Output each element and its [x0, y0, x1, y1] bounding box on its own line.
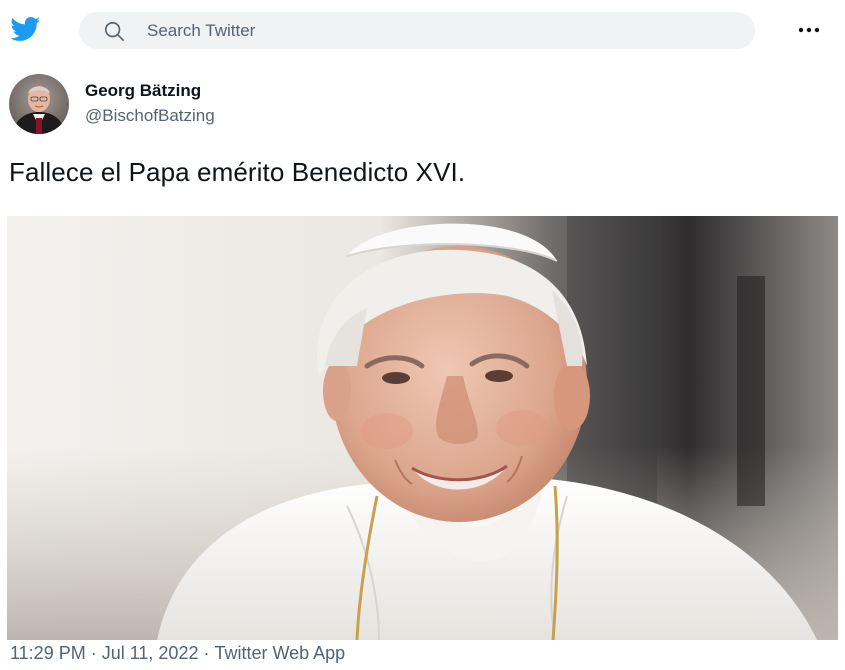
author-handle[interactable]: @BischofBatzing: [85, 106, 215, 126]
tweet-media-photo[interactable]: [7, 216, 838, 640]
search-input[interactable]: [147, 12, 727, 49]
author-display-name[interactable]: Georg Bätzing: [85, 81, 201, 101]
avatar-image: [9, 74, 69, 134]
more-dots-icon: [798, 27, 820, 33]
avatar[interactable]: [9, 74, 69, 134]
tweet-time[interactable]: 11:29 PM: [10, 643, 86, 663]
tweet-text: Fallece el Papa emérito Benedicto XVI.: [9, 157, 466, 187]
search-icon: [104, 21, 124, 41]
tweet-meta: 11:29 PM · Jul 11, 2022 · Twitter Web App: [10, 643, 345, 664]
photo-image: [7, 216, 838, 640]
search-bar[interactable]: [79, 12, 755, 49]
tweet-page: Georg Bätzing @BischofBatzing Fallece el…: [0, 0, 845, 670]
meta-separator: ·: [90, 643, 97, 663]
twitter-bird-icon[interactable]: [9, 14, 42, 44]
tweet-date[interactable]: Jul 11, 2022: [102, 643, 199, 663]
more-options-button[interactable]: [794, 15, 824, 45]
tweet-source[interactable]: Twitter Web App: [214, 643, 345, 663]
meta-separator: ·: [203, 643, 210, 663]
